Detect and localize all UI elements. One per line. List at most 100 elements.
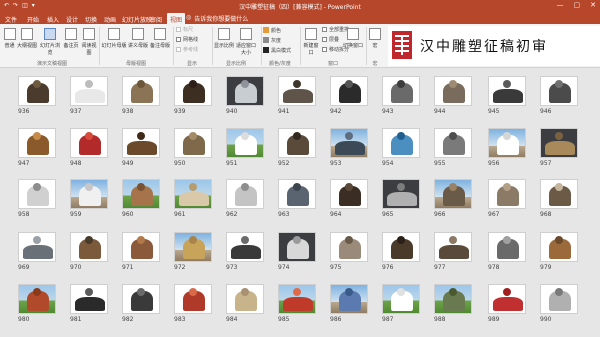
- slide-number: 952: [278, 160, 290, 167]
- maximize-icon[interactable]: ▢: [574, 1, 581, 9]
- slide-thumbnail[interactable]: [382, 179, 420, 209]
- slide-thumbnail[interactable]: [278, 232, 316, 262]
- tab-slideshow[interactable]: 幻灯片放映: [122, 13, 152, 24]
- notes-master-button[interactable]: 备注母版: [149, 28, 171, 58]
- slide-thumbnail[interactable]: [434, 76, 472, 106]
- slide-thumbnail[interactable]: [540, 76, 578, 106]
- slide-thumbnail[interactable]: [70, 76, 108, 106]
- tab-view[interactable]: 视图: [167, 13, 186, 24]
- tab-review[interactable]: 审阅: [150, 13, 162, 24]
- slide-thumbnail[interactable]: [434, 284, 472, 314]
- slide-thumbnail[interactable]: [174, 76, 212, 106]
- tab-animations[interactable]: 动画: [104, 13, 116, 24]
- slide-sorter-button[interactable]: 幻灯片浏览: [38, 28, 62, 58]
- slide-thumbnail[interactable]: [434, 128, 472, 158]
- slide-master-button[interactable]: 幻灯片母版: [101, 28, 127, 58]
- black-white-option[interactable]: 黑白模式: [263, 47, 291, 54]
- slide-thumbnail[interactable]: [278, 179, 316, 209]
- slide-thumbnail[interactable]: [330, 179, 368, 209]
- slide-thumbnail[interactable]: [382, 76, 420, 106]
- slide-thumbnail[interactable]: [122, 232, 160, 262]
- slide-thumbnail[interactable]: [18, 179, 56, 209]
- slide-thumbnail[interactable]: [382, 232, 420, 262]
- slide-thumbnail[interactable]: [226, 128, 264, 158]
- new-window-icon: [305, 28, 317, 40]
- cascade-button[interactable]: 层叠: [322, 37, 339, 44]
- sculpture-detail: [189, 132, 197, 140]
- slide-thumbnail[interactable]: [330, 76, 368, 106]
- tab-insert[interactable]: 插入: [47, 13, 59, 24]
- slide-thumbnail[interactable]: [70, 128, 108, 158]
- slide-thumbnail[interactable]: [382, 284, 420, 314]
- slide-number: 937: [70, 108, 82, 115]
- slide-thumbnail[interactable]: [488, 179, 526, 209]
- slide-thumbnail[interactable]: [540, 128, 578, 158]
- gridlines-checkbox[interactable]: 网格线: [176, 37, 198, 44]
- slide-thumbnail[interactable]: [278, 284, 316, 314]
- slide-number: 959: [70, 211, 82, 218]
- tell-me-box[interactable]: ◎ 告诉我你想要做什么: [186, 14, 248, 23]
- slide-thumbnail[interactable]: [70, 179, 108, 209]
- slide-thumbnail[interactable]: [226, 76, 264, 106]
- sculpture-detail: [555, 80, 563, 88]
- macros-button[interactable]: 宏: [368, 28, 382, 58]
- slide-thumbnail[interactable]: [330, 128, 368, 158]
- tab-home[interactable]: 开始: [27, 13, 39, 24]
- slide-thumbnail[interactable]: [278, 76, 316, 106]
- notes-page-button[interactable]: 备注页: [63, 28, 79, 58]
- outline-view-button[interactable]: 大纲视图: [17, 28, 37, 58]
- sculpture-photo: [493, 297, 523, 311]
- normal-view-button[interactable]: 普通: [3, 28, 16, 58]
- slide-thumbnail[interactable]: [434, 232, 472, 262]
- slide-thumbnail[interactable]: [330, 232, 368, 262]
- slide-thumbnail[interactable]: [122, 284, 160, 314]
- slide-thumbnail[interactable]: [174, 128, 212, 158]
- slide-thumbnail[interactable]: [122, 128, 160, 158]
- switch-windows-button[interactable]: 切换窗口: [343, 28, 363, 58]
- slide-thumbnail[interactable]: [18, 232, 56, 262]
- slide-thumbnail[interactable]: [226, 232, 264, 262]
- reading-view-button[interactable]: 阅读视图: [80, 28, 98, 58]
- fit-window-button[interactable]: 适应窗口大小: [235, 28, 257, 58]
- slide-thumbnail[interactable]: [70, 232, 108, 262]
- tab-file[interactable]: 文件: [5, 13, 17, 24]
- slide-thumbnail[interactable]: [330, 284, 368, 314]
- slide-thumbnail[interactable]: [540, 179, 578, 209]
- slide-thumbnail[interactable]: [174, 232, 212, 262]
- slide-thumbnail[interactable]: [382, 128, 420, 158]
- group-label-zoom: 显示比例: [225, 61, 246, 67]
- slide-thumbnail[interactable]: [174, 179, 212, 209]
- slide-thumbnail[interactable]: [174, 284, 212, 314]
- zoom-button[interactable]: 显示比例: [214, 28, 234, 58]
- handout-master-button[interactable]: 讲义母版: [127, 28, 149, 58]
- slide-thumbnail[interactable]: [226, 179, 264, 209]
- sculpture-detail: [137, 183, 145, 191]
- minimize-icon[interactable]: —: [557, 1, 564, 9]
- tab-transitions[interactable]: 切换: [85, 13, 97, 24]
- slide-thumbnail[interactable]: [540, 232, 578, 262]
- slide-thumbnail[interactable]: [488, 128, 526, 158]
- slide-thumbnail[interactable]: [540, 284, 578, 314]
- slide-thumbnail[interactable]: [434, 179, 472, 209]
- slide-thumbnail[interactable]: [70, 284, 108, 314]
- close-icon[interactable]: ✕: [590, 1, 596, 9]
- slide-thumbnail[interactable]: [122, 179, 160, 209]
- guides-checkbox[interactable]: 参考线: [176, 47, 198, 54]
- slide-thumbnail[interactable]: [122, 76, 160, 106]
- slide-thumbnail[interactable]: [18, 76, 56, 106]
- slide-thumbnail[interactable]: [488, 232, 526, 262]
- slide-thumbnail[interactable]: [18, 128, 56, 158]
- slide-thumbnail[interactable]: [488, 284, 526, 314]
- slide-number: 938: [122, 108, 134, 115]
- slide-thumbnail[interactable]: [18, 284, 56, 314]
- notes-page-icon: [65, 28, 77, 40]
- ruler-checkbox[interactable]: 标尺: [176, 27, 193, 34]
- grayscale-option[interactable]: 灰度: [263, 37, 281, 44]
- new-window-button[interactable]: 新建窗口: [302, 28, 320, 58]
- slide-thumbnail[interactable]: [278, 128, 316, 158]
- slide-thumbnail[interactable]: [226, 284, 264, 314]
- color-option[interactable]: 颜色: [263, 27, 281, 34]
- slide-number: 955: [434, 160, 446, 167]
- slide-thumbnail[interactable]: [488, 76, 526, 106]
- tab-design[interactable]: 设计: [66, 13, 78, 24]
